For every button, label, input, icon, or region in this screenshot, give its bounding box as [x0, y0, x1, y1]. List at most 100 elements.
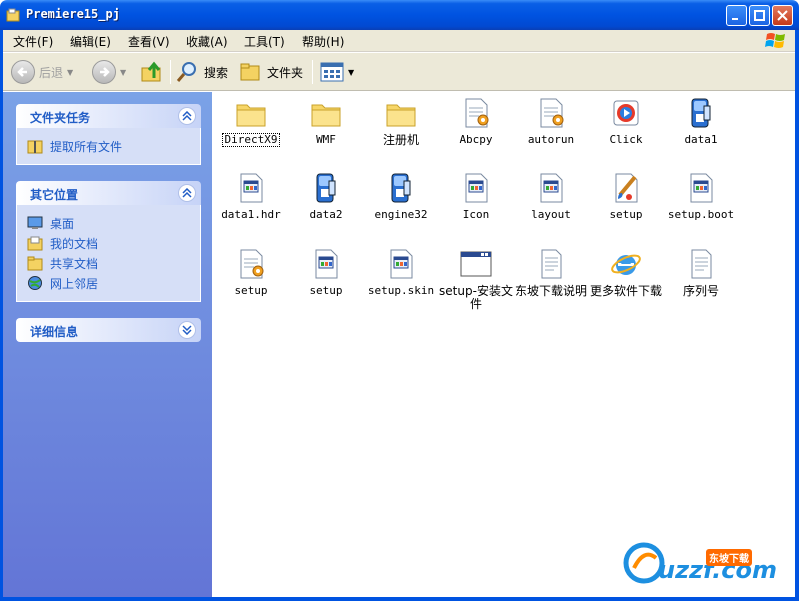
file-item[interactable]: 注册机 — [363, 96, 439, 147]
file-item[interactable]: setup — [588, 171, 664, 221]
internet-explorer-icon — [609, 247, 643, 281]
window-frame-left — [0, 30, 3, 601]
watermark-badge: 东坡下载 — [706, 549, 752, 566]
zip-folder-icon — [27, 140, 43, 154]
expand-chevron-icon[interactable] — [178, 321, 196, 339]
folder-tasks-title: 文件夹任务 — [30, 111, 91, 125]
close-button[interactable] — [772, 5, 793, 26]
menu-view[interactable]: 查看(V) — [128, 33, 170, 50]
folders-icon — [240, 63, 260, 81]
folder-tasks-header[interactable]: 文件夹任务 — [16, 104, 201, 128]
extract-all-label: 提取所有文件 — [50, 139, 123, 154]
task-pane: 文件夹任务 提取所有文件 其它位置 桌面 我的文档 共享文档 网上邻居 详细信息 — [0, 92, 212, 598]
desktop-label: 桌面 — [50, 216, 75, 231]
search-button[interactable]: 搜索 — [176, 59, 228, 85]
my-documents-icon — [27, 236, 43, 251]
up-folder-button[interactable] — [140, 59, 164, 85]
file-name: WMF — [316, 133, 336, 146]
details-header[interactable]: 详细信息 — [16, 318, 201, 342]
file-item[interactable]: Click — [588, 96, 664, 146]
my-documents-label: 我的文档 — [50, 236, 99, 251]
title-bar[interactable]: Premiere15_pj — [0, 0, 799, 30]
paint-brush-icon — [609, 171, 643, 205]
file-name: layout — [531, 208, 571, 221]
installer-data-icon — [384, 171, 418, 205]
generic-file-icon — [234, 171, 268, 205]
file-name: 序列号 — [682, 284, 719, 298]
extract-all-link[interactable]: 提取所有文件 — [27, 136, 190, 156]
file-item[interactable]: setup.skin — [363, 247, 439, 297]
file-item[interactable]: 序列号 — [663, 247, 739, 298]
window-frame-right — [795, 30, 799, 601]
menu-edit[interactable]: 编辑(E) — [70, 33, 111, 50]
file-item[interactable]: Abcpy — [438, 96, 514, 146]
maximize-button[interactable] — [749, 5, 770, 26]
file-item[interactable]: setup.boot — [663, 171, 739, 221]
my-documents-link[interactable]: 我的文档 — [27, 233, 190, 253]
file-list-view[interactable]: DirectX9 WMF 注册机 Abcpy autorun Click data1 data… — [212, 92, 795, 598]
back-arrow-icon — [11, 60, 35, 84]
folder-tasks-body: 提取所有文件 — [16, 128, 201, 165]
window-frame-bottom — [0, 597, 799, 601]
up-folder-icon — [141, 61, 161, 82]
search-label: 搜索 — [204, 65, 229, 80]
file-item[interactable]: engine32 — [363, 171, 439, 221]
menu-favorites[interactable]: 收藏(A) — [186, 33, 228, 50]
details-panel: 详细信息 — [16, 318, 201, 342]
file-item[interactable]: 东坡下载说明 — [513, 247, 589, 298]
toolbar-separator — [170, 60, 171, 84]
maximize-icon — [754, 10, 765, 21]
file-item[interactable]: data1.hdr — [213, 171, 289, 221]
back-dropdown-icon[interactable]: ▼ — [67, 68, 73, 77]
forward-arrow-icon — [92, 60, 116, 84]
minimize-icon — [732, 18, 738, 20]
forward-dropdown-icon[interactable]: ▼ — [120, 68, 126, 77]
folders-button[interactable]: 文件夹 — [239, 59, 303, 85]
back-label: 后退 — [39, 65, 64, 80]
other-places-header[interactable]: 其它位置 — [16, 181, 201, 205]
file-name: Abcpy — [459, 133, 493, 146]
views-dropdown-icon[interactable]: ▼ — [348, 68, 354, 77]
desktop-link[interactable]: 桌面 — [27, 213, 190, 233]
file-item[interactable]: DirectX9 — [213, 96, 289, 147]
search-icon — [176, 62, 196, 82]
text-document-icon — [684, 247, 718, 281]
desktop-icon — [27, 216, 43, 229]
window-title: Premiere15_pj — [26, 7, 120, 21]
file-name: 更多软件下载 — [589, 284, 662, 298]
views-button[interactable]: ▼ — [320, 59, 354, 85]
file-item[interactable]: setup-安装文件 — [438, 247, 514, 311]
file-item[interactable]: WMF — [288, 96, 364, 146]
network-places-link[interactable]: 网上邻居 — [27, 273, 190, 293]
generic-file-icon — [534, 171, 568, 205]
file-item[interactable]: Icon — [438, 171, 514, 221]
file-name: setup — [234, 284, 268, 297]
menu-file[interactable]: 文件(F) — [13, 33, 53, 50]
config-file-icon — [234, 247, 268, 281]
forward-button[interactable]: ▼ — [92, 59, 126, 85]
application-window-icon — [459, 247, 493, 281]
file-item[interactable]: layout — [513, 171, 589, 221]
file-item[interactable]: setup — [288, 247, 364, 297]
file-item[interactable]: data1 — [663, 96, 739, 146]
shared-documents-link[interactable]: 共享文档 — [27, 253, 190, 273]
file-name: 东坡下载说明 — [514, 284, 587, 298]
menu-tools[interactable]: 工具(T) — [244, 33, 285, 50]
file-item[interactable]: data2 — [288, 171, 364, 221]
minimize-button[interactable] — [726, 5, 747, 26]
collapse-chevron-icon[interactable] — [178, 184, 196, 202]
file-item[interactable]: setup — [213, 247, 289, 297]
shared-documents-label: 共享文档 — [50, 256, 99, 271]
menu-bar: 文件(F) 编辑(E) 查看(V) 收藏(A) 工具(T) 帮助(H) — [0, 30, 799, 52]
collapse-chevron-icon[interactable] — [178, 107, 196, 125]
file-name: setup-安装文件 — [439, 284, 513, 311]
file-name: autorun — [527, 133, 575, 146]
file-item[interactable]: 更多软件下载 — [588, 247, 664, 298]
shared-folder-icon — [27, 256, 43, 271]
toolbar-separator — [312, 60, 313, 84]
other-places-title: 其它位置 — [30, 188, 79, 202]
installer-data-icon — [309, 171, 343, 205]
back-button[interactable]: 后退 ▼ — [11, 59, 73, 85]
menu-help[interactable]: 帮助(H) — [302, 33, 344, 50]
file-item[interactable]: autorun — [513, 96, 589, 146]
